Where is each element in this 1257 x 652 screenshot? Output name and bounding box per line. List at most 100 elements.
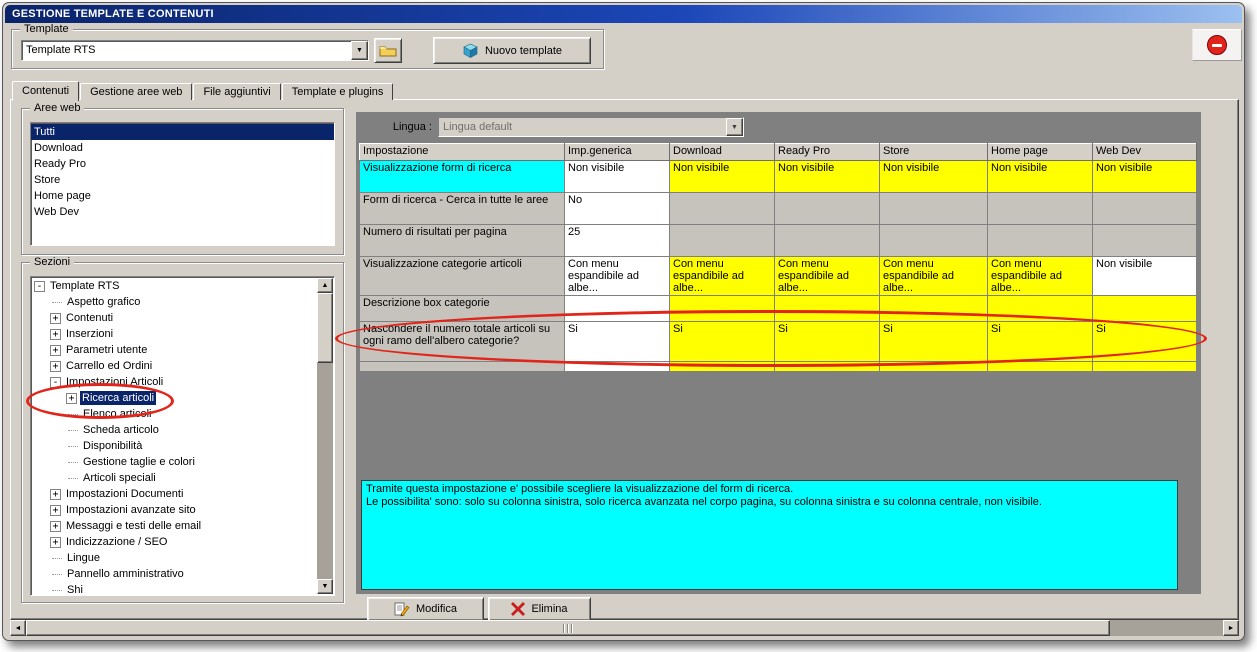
tree-item-articoli-speciali[interactable]: Articoli speciali (33, 470, 317, 486)
tree-item-label[interactable]: Shi (65, 583, 85, 594)
setting-value-cell[interactable] (774, 192, 880, 225)
collapse-icon[interactable]: - (50, 376, 61, 388)
open-template-folder-button[interactable] (374, 38, 402, 63)
new-template-button[interactable]: Nuovo template (433, 37, 591, 64)
modifica-button[interactable]: Modifica (367, 597, 484, 621)
expand-icon[interactable]: + (50, 360, 61, 372)
tree-item-label[interactable]: Impostazioni Articoli (64, 375, 165, 389)
tab-gestione-aree-web[interactable]: Gestione aree web (80, 83, 193, 100)
setting-value-cell[interactable]: Con menu espandibile ad albe... (774, 256, 880, 296)
setting-value-cell[interactable]: Non visibile (987, 160, 1093, 193)
setting-value-cell[interactable]: No (564, 192, 670, 225)
aree-web-item-home-page[interactable]: Home page (31, 188, 334, 204)
tree-item-label[interactable]: Impostazioni Documenti (64, 487, 185, 501)
aree-web-item-web-dev[interactable]: Web Dev (31, 204, 334, 220)
setting-value-cell[interactable] (1092, 224, 1197, 257)
column-header-download[interactable]: Download (669, 143, 775, 161)
setting-value-cell[interactable]: Con menu espandibile ad albe... (564, 256, 670, 296)
setting-value-cell[interactable]: Si (987, 321, 1093, 362)
template-combobox[interactable]: Template RTS ▼ (21, 40, 369, 61)
tree-item-label[interactable]: Template RTS (48, 279, 122, 293)
scroll-up-button[interactable]: ▲ (317, 278, 333, 293)
expand-icon[interactable]: + (50, 328, 61, 340)
tree-item-impostazioni-articoli[interactable]: - Impostazioni Articoli (33, 374, 317, 390)
setting-value-cell[interactable] (987, 361, 1093, 372)
setting-value-cell[interactable]: Si (669, 321, 775, 362)
tree-item-label[interactable]: Pannello amministrativo (65, 567, 186, 581)
tree-item-disponibilit[interactable]: Disponibilità (33, 438, 317, 454)
horizontal-scrollbar[interactable]: ◄ ► (10, 620, 1239, 636)
column-header-ready-pro[interactable]: Ready Pro (774, 143, 880, 161)
expand-icon[interactable]: + (50, 488, 61, 500)
tree-item-gestione-taglie-e-colori[interactable]: Gestione taglie e colori (33, 454, 317, 470)
sezioni-treeview[interactable]: - Template RTS Aspetto grafico + Contenuti + I… (30, 276, 335, 596)
setting-label-cell[interactable]: Nascondere il numero totale articoli su … (359, 321, 565, 362)
tree-item-parametri-utente[interactable]: + Parametri utente (33, 342, 317, 358)
setting-value-cell[interactable]: Si (774, 321, 880, 362)
vertical-scrollbar[interactable]: ▲ ▼ (317, 278, 333, 594)
tree-item-label[interactable]: Parametri utente (64, 343, 149, 357)
setting-value-cell[interactable]: Si (564, 321, 670, 362)
tree-item-carrello-ed-ordini[interactable]: + Carrello ed Ordini (33, 358, 317, 374)
tree-item-lingue[interactable]: Lingue (33, 550, 317, 566)
tree-item-label[interactable]: Indicizzazione / SEO (64, 535, 170, 549)
setting-value-cell[interactable] (669, 295, 775, 322)
elimina-button[interactable]: Elimina (488, 597, 591, 621)
horizontal-scroll-thumb[interactable] (26, 620, 1110, 636)
tree-item-impostazioni-avanzate-sito[interactable]: + Impostazioni avanzate sito (33, 502, 317, 518)
tree-item-label[interactable]: Messaggi e testi delle email (64, 519, 203, 533)
column-header-store[interactable]: Store (879, 143, 988, 161)
tree-item-pannello-amministrativo[interactable]: Pannello amministrativo (33, 566, 317, 582)
setting-value-cell[interactable] (879, 295, 988, 322)
vertical-scroll-thumb[interactable] (317, 293, 333, 363)
tree-item-label[interactable]: Impostazioni avanzate sito (64, 503, 198, 517)
tree-item-label[interactable]: Gestione taglie e colori (81, 455, 197, 469)
tree-item-label[interactable]: Scheda articolo (81, 423, 161, 437)
setting-value-cell[interactable]: Non visibile (1092, 256, 1197, 296)
collapse-icon[interactable]: - (34, 280, 45, 292)
aree-web-item-ready-pro[interactable]: Ready Pro (31, 156, 334, 172)
tree-item-label[interactable]: Inserzioni (64, 327, 115, 341)
setting-value-cell[interactable] (774, 224, 880, 257)
tree-item-ricerca-articoli[interactable]: + Ricerca articoli (33, 390, 317, 406)
setting-value-cell[interactable] (669, 361, 775, 372)
tree-item-scheda-articolo[interactable]: Scheda articolo (33, 422, 317, 438)
tree-item-label[interactable]: Elenco articoli (81, 407, 153, 421)
window-titlebar[interactable]: GESTIONE TEMPLATE E CONTENUTI (5, 5, 1242, 23)
expand-icon[interactable]: + (50, 344, 61, 356)
tab-file-aggiuntivi[interactable]: File aggiuntivi (193, 83, 281, 100)
expand-icon[interactable]: + (50, 536, 61, 548)
setting-label-cell[interactable]: Numero di risultati per pagina (359, 224, 565, 257)
tab-contenuti[interactable]: Contenuti (12, 81, 80, 101)
setting-value-cell[interactable] (774, 361, 880, 372)
tree-item-label[interactable]: Carrello ed Ordini (64, 359, 154, 373)
aree-web-item-download[interactable]: Download (31, 140, 334, 156)
column-header-impostazione[interactable]: Impostazione (359, 143, 565, 161)
setting-value-cell[interactable]: Con menu espandibile ad albe... (987, 256, 1093, 296)
tree-item-impostazioni-documenti[interactable]: + Impostazioni Documenti (33, 486, 317, 502)
aree-web-item-tutti[interactable]: Tutti (31, 124, 334, 140)
lingua-combobox[interactable]: Lingua default ▼ (438, 117, 744, 137)
column-header-web-dev[interactable]: Web Dev (1092, 143, 1197, 161)
exit-button[interactable] (1192, 29, 1242, 61)
tree-item-label[interactable]: Disponibilità (81, 439, 144, 453)
aree-web-listbox[interactable]: Tutti Download Ready Pro Store Home page Web … (30, 122, 335, 246)
setting-value-cell[interactable] (987, 295, 1093, 322)
setting-value-cell[interactable]: Si (1092, 321, 1197, 362)
tree-item-label[interactable]: Contenuti (64, 311, 115, 325)
tree-item-contenuti[interactable]: + Contenuti (33, 310, 317, 326)
tree-item-label[interactable]: Aspetto grafico (65, 295, 142, 309)
setting-value-cell[interactable]: Non visibile (879, 160, 988, 193)
expand-icon[interactable]: + (66, 392, 77, 404)
setting-label-cell[interactable]: Form di ricerca - Cerca in tutte le aree (359, 192, 565, 225)
setting-value-cell[interactable] (879, 361, 988, 372)
setting-value-cell[interactable]: Non visibile (774, 160, 880, 193)
setting-value-cell[interactable] (564, 295, 670, 322)
tree-item-label[interactable]: Lingue (65, 551, 102, 565)
setting-value-cell[interactable]: Con menu espandibile ad albe... (879, 256, 988, 296)
setting-value-cell[interactable] (1092, 361, 1197, 372)
setting-value-cell[interactable]: Si (879, 321, 988, 362)
tree-item-messaggi-e-testi-delle-email[interactable]: + Messaggi e testi delle email (33, 518, 317, 534)
chevron-down-icon[interactable]: ▼ (351, 41, 368, 60)
setting-value-cell[interactable] (564, 361, 670, 372)
